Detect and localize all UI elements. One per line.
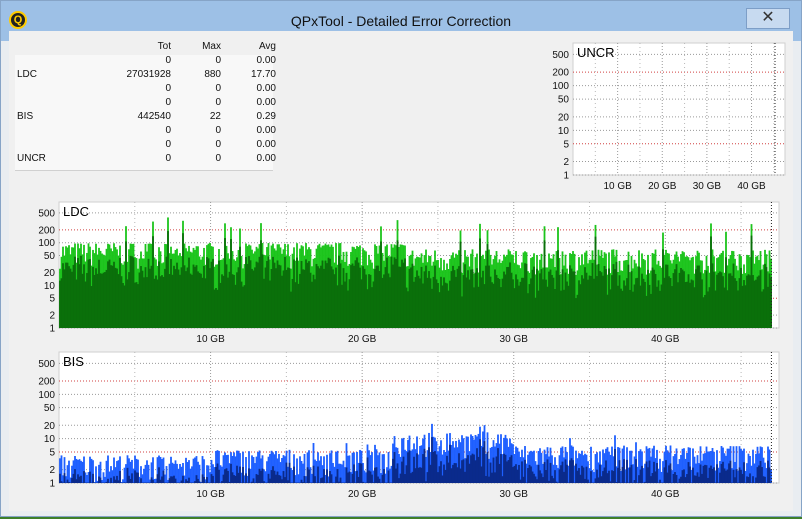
x-tick-label: 10 GB [603,181,632,192]
row-tot: 0 [165,55,171,66]
row-avg: 0.29 [256,111,276,122]
y-tick-label: 10 [44,434,56,445]
x-tick-label: 10 GB [196,489,225,500]
y-tick-label: 500 [38,359,55,370]
y-tick-label: 1 [49,324,55,335]
row-tot: 0 [165,83,171,94]
header-max: Max [202,41,221,52]
stats-table: Tot Max Avg 0 0 0.00 LDC 27031928 880 17… [16,41,276,167]
row-label: UNCR [17,153,46,164]
y-tick-label: 2 [49,311,55,322]
window-title: QPxTool - Detailed Error Correction [290,13,512,29]
y-tick-label: 500 [552,50,569,61]
y-tick-label: 5 [49,448,55,459]
row-max: 0 [215,125,221,136]
y-tick-label: 200 [38,376,55,387]
row-avg: 0.00 [256,97,276,108]
y-tick-label: 1 [49,479,55,490]
x-tick-label: 30 GB [500,489,529,500]
row-tot: 0 [165,97,171,108]
row-avg: 0.00 [256,153,276,164]
header-tot: Tot [157,41,171,52]
x-tick-label: 30 GB [500,334,529,345]
row-label: BIS [17,111,34,122]
stats-row: 0 0 0.00 [16,83,276,97]
row-tot: 0 [165,139,171,150]
y-tick-label: 50 [558,95,570,106]
x-tick-label: 20 GB [348,334,377,345]
y-tick-label: 20 [44,268,56,279]
stats-row: 0 0 0.00 [16,55,276,69]
bis-chart: 1 2 5 10 20 50 100 200 500 10 GB 20 GB 30 GB 40 GB BI… [38,351,780,500]
x-tick-label: 20 GB [348,489,377,500]
row-tot: 0 [165,153,171,164]
header-avg: Avg [258,41,276,52]
y-tick-label: 1 [563,171,569,182]
row-max: 0 [215,97,221,108]
x-tick-label: 20 GB [648,181,677,192]
uncr-chart: 1 2 5 10 20 50 100 200 500 10 GB 20 GB 30 GB 40 GB UN… [552,42,786,192]
ldc-chart: 1 2 5 10 20 50 100 200 500 10 GB 20 GB 30 GB 40 GB LD… [38,201,780,345]
stats-row: 0 0 0.00 [16,139,276,153]
x-tick-label: 40 GB [651,489,680,500]
y-tick-label: 100 [38,238,55,249]
stats-row: UNCR 0 0 0.00 [16,153,276,167]
y-tick-label: 2 [49,465,55,476]
y-tick-label: 100 [38,390,55,401]
stats-row: 0 0 0.00 [16,97,276,111]
y-tick-label: 5 [49,294,55,305]
stats-row: BIS 442540 22 0.29 [16,111,276,125]
row-max: 0 [215,139,221,150]
y-tick-label: 2 [563,157,569,168]
qpxtool-window: Q QPxTool - Detailed Error Correction ✕ … [0,0,802,517]
y-tick-label: 5 [563,139,569,150]
chart-title: LDC [63,204,89,219]
y-tick-label: 10 [44,281,56,292]
row-avg: 17.70 [250,69,276,80]
stats-row: 0 0 0.00 [16,125,276,139]
y-tick-label: 200 [552,68,569,79]
row-avg: 0.00 [256,125,276,136]
y-tick-label: 500 [38,208,55,219]
row-max: 22 [209,111,221,122]
y-tick-label: 200 [38,225,55,236]
row-label: LDC [17,69,38,80]
row-tot: 27031928 [126,69,172,80]
chart-title: BIS [63,354,84,369]
x-tick-label: 10 GB [196,334,225,345]
row-avg: 0.00 [256,83,276,94]
y-tick-label: 50 [44,251,56,262]
stats-row: LDC 27031928 880 17.70 [16,69,276,83]
close-button[interactable]: ✕ [746,8,790,29]
y-tick-label: 10 [558,126,570,137]
y-tick-label: 100 [552,81,569,92]
y-tick-label: 50 [44,403,56,414]
row-avg: 0.00 [256,55,276,66]
stats-header-row: Tot Max Avg [16,41,276,55]
chart-title: UNCR [577,45,615,60]
x-tick-label: 30 GB [693,181,722,192]
y-tick-label: 20 [44,421,56,432]
row-max: 0 [215,153,221,164]
row-max: 0 [215,55,221,66]
x-tick-label: 40 GB [737,181,766,192]
row-tot: 442540 [137,111,171,122]
row-tot: 0 [165,125,171,136]
plot-area [572,42,786,176]
row-max: 880 [204,69,221,80]
row-max: 0 [215,83,221,94]
y-tick-label: 20 [558,112,570,123]
x-tick-label: 40 GB [651,334,680,345]
row-avg: 0.00 [256,139,276,150]
